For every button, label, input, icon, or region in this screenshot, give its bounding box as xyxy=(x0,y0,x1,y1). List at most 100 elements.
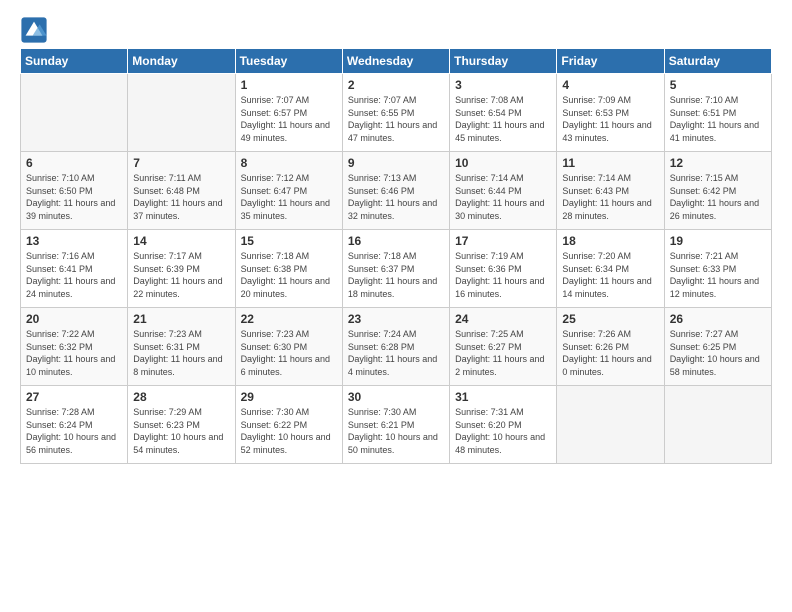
column-header-friday: Friday xyxy=(557,49,664,74)
day-number: 25 xyxy=(562,312,658,326)
week-row-2: 6Sunrise: 7:10 AM Sunset: 6:50 PM Daylig… xyxy=(21,152,772,230)
calendar-cell: 29Sunrise: 7:30 AM Sunset: 6:22 PM Dayli… xyxy=(235,386,342,464)
day-info: Sunrise: 7:14 AM Sunset: 6:43 PM Dayligh… xyxy=(562,172,658,222)
day-info: Sunrise: 7:10 AM Sunset: 6:51 PM Dayligh… xyxy=(670,94,766,144)
day-number: 11 xyxy=(562,156,658,170)
calendar-cell: 5 Sunrise: 7:10 AM Sunset: 6:51 PM Daylig… xyxy=(664,74,771,152)
day-number: 5 xyxy=(670,78,766,92)
day-number: 3 xyxy=(455,78,551,92)
week-row-1: 1Sunrise: 7:07 AM Sunset: 6:57 PM Daylig… xyxy=(21,74,772,152)
day-number: 24 xyxy=(455,312,551,326)
day-info: Sunrise: 7:18 AM Sunset: 6:38 PM Dayligh… xyxy=(241,250,337,300)
day-number: 27 xyxy=(26,390,122,404)
calendar-cell: 19 Sunrise: 7:21 AM Sunset: 6:33 PM Dayli… xyxy=(664,230,771,308)
calendar-cell: 2 Sunrise: 7:07 AM Sunset: 6:55 PM Daylig… xyxy=(342,74,449,152)
day-info: Sunrise: 7:16 AM Sunset: 6:41 PM Dayligh… xyxy=(26,250,122,300)
day-info: Sunrise: 7:12 AM Sunset: 6:47 PM Dayligh… xyxy=(241,172,337,222)
calendar-cell: 12Sunrise: 7:15 AM Sunset: 6:42 PM Dayli… xyxy=(664,152,771,230)
day-info: Sunrise: 7:23 AM Sunset: 6:30 PM Dayligh… xyxy=(241,328,337,378)
day-number: 9 xyxy=(348,156,444,170)
day-info: Sunrise: 7:19 AM Sunset: 6:36 PM Dayligh… xyxy=(455,250,551,300)
day-info: Sunrise: 7:14 AM Sunset: 6:44 PM Dayligh… xyxy=(455,172,551,222)
day-number: 15 xyxy=(241,234,337,248)
calendar-cell: 4 Sunrise: 7:09 AM Sunset: 6:53 PM Daylig… xyxy=(557,74,664,152)
calendar-cell: 30Sunrise: 7:30 AM Sunset: 6:21 PM Dayli… xyxy=(342,386,449,464)
day-number: 19 xyxy=(670,234,766,248)
column-header-tuesday: Tuesday xyxy=(235,49,342,74)
calendar-cell: 10 Sunrise: 7:14 AM Sunset: 6:44 PM Dayli… xyxy=(450,152,557,230)
day-number: 20 xyxy=(26,312,122,326)
day-info: Sunrise: 7:13 AM Sunset: 6:46 PM Dayligh… xyxy=(348,172,444,222)
day-info: Sunrise: 7:20 AM Sunset: 6:34 PM Dayligh… xyxy=(562,250,658,300)
calendar-cell: 22 Sunrise: 7:23 AM Sunset: 6:30 PM Dayli… xyxy=(235,308,342,386)
day-number: 26 xyxy=(670,312,766,326)
day-number: 7 xyxy=(133,156,229,170)
day-info: Sunrise: 7:31 AM Sunset: 6:20 PM Dayligh… xyxy=(455,406,551,456)
column-header-thursday: Thursday xyxy=(450,49,557,74)
day-info: Sunrise: 7:07 AM Sunset: 6:55 PM Dayligh… xyxy=(348,94,444,144)
day-number: 1 xyxy=(241,78,337,92)
day-info: Sunrise: 7:11 AM Sunset: 6:48 PM Dayligh… xyxy=(133,172,229,222)
day-info: Sunrise: 7:21 AM Sunset: 6:33 PM Dayligh… xyxy=(670,250,766,300)
week-row-4: 20 Sunrise: 7:22 AM Sunset: 6:32 PM Dayli… xyxy=(21,308,772,386)
day-number: 31 xyxy=(455,390,551,404)
calendar-cell: 8 Sunrise: 7:12 AM Sunset: 6:47 PM Daylig… xyxy=(235,152,342,230)
calendar-cell: 25Sunrise: 7:26 AM Sunset: 6:26 PM Dayli… xyxy=(557,308,664,386)
calendar-cell: 24Sunrise: 7:25 AM Sunset: 6:27 PM Dayli… xyxy=(450,308,557,386)
day-info: Sunrise: 7:29 AM Sunset: 6:23 PM Dayligh… xyxy=(133,406,229,456)
calendar-cell: 18 Sunrise: 7:20 AM Sunset: 6:34 PM Dayli… xyxy=(557,230,664,308)
calendar-cell: 31 Sunrise: 7:31 AM Sunset: 6:20 PM Dayli… xyxy=(450,386,557,464)
column-header-saturday: Saturday xyxy=(664,49,771,74)
day-info: Sunrise: 7:08 AM Sunset: 6:54 PM Dayligh… xyxy=(455,94,551,144)
calendar-cell: 11 Sunrise: 7:14 AM Sunset: 6:43 PM Dayli… xyxy=(557,152,664,230)
day-number: 14 xyxy=(133,234,229,248)
day-info: Sunrise: 7:09 AM Sunset: 6:53 PM Dayligh… xyxy=(562,94,658,144)
calendar-cell xyxy=(557,386,664,464)
page-header xyxy=(20,16,772,44)
column-header-monday: Monday xyxy=(128,49,235,74)
day-number: 23 xyxy=(348,312,444,326)
calendar-cell: 27 Sunrise: 7:28 AM Sunset: 6:24 PM Dayli… xyxy=(21,386,128,464)
calendar-cell: 23 Sunrise: 7:24 AM Sunset: 6:28 PM Dayli… xyxy=(342,308,449,386)
day-info: Sunrise: 7:28 AM Sunset: 6:24 PM Dayligh… xyxy=(26,406,122,456)
day-info: Sunrise: 7:15 AM Sunset: 6:42 PM Dayligh… xyxy=(670,172,766,222)
day-info: Sunrise: 7:23 AM Sunset: 6:31 PM Dayligh… xyxy=(133,328,229,378)
day-number: 21 xyxy=(133,312,229,326)
calendar-cell: 21 Sunrise: 7:23 AM Sunset: 6:31 PM Dayli… xyxy=(128,308,235,386)
day-info: Sunrise: 7:27 AM Sunset: 6:25 PM Dayligh… xyxy=(670,328,766,378)
calendar-cell: 1Sunrise: 7:07 AM Sunset: 6:57 PM Daylig… xyxy=(235,74,342,152)
day-number: 2 xyxy=(348,78,444,92)
calendar-cell: 3 Sunrise: 7:08 AM Sunset: 6:54 PM Daylig… xyxy=(450,74,557,152)
header-row: SundayMondayTuesdayWednesdayThursdayFrid… xyxy=(21,49,772,74)
calendar-cell xyxy=(128,74,235,152)
day-info: Sunrise: 7:17 AM Sunset: 6:39 PM Dayligh… xyxy=(133,250,229,300)
calendar-cell: 13Sunrise: 7:16 AM Sunset: 6:41 PM Dayli… xyxy=(21,230,128,308)
calendar-cell: 9 Sunrise: 7:13 AM Sunset: 6:46 PM Daylig… xyxy=(342,152,449,230)
day-info: Sunrise: 7:22 AM Sunset: 6:32 PM Dayligh… xyxy=(26,328,122,378)
calendar-cell: 7 Sunrise: 7:11 AM Sunset: 6:48 PM Daylig… xyxy=(128,152,235,230)
day-info: Sunrise: 7:30 AM Sunset: 6:21 PM Dayligh… xyxy=(348,406,444,456)
day-info: Sunrise: 7:30 AM Sunset: 6:22 PM Dayligh… xyxy=(241,406,337,456)
day-number: 22 xyxy=(241,312,337,326)
day-number: 10 xyxy=(455,156,551,170)
column-header-wednesday: Wednesday xyxy=(342,49,449,74)
logo xyxy=(20,16,52,44)
calendar-cell xyxy=(664,386,771,464)
calendar-cell: 14 Sunrise: 7:17 AM Sunset: 6:39 PM Dayli… xyxy=(128,230,235,308)
day-number: 16 xyxy=(348,234,444,248)
day-number: 8 xyxy=(241,156,337,170)
day-info: Sunrise: 7:18 AM Sunset: 6:37 PM Dayligh… xyxy=(348,250,444,300)
calendar-cell: 26 Sunrise: 7:27 AM Sunset: 6:25 PM Dayli… xyxy=(664,308,771,386)
calendar-cell: 20 Sunrise: 7:22 AM Sunset: 6:32 PM Dayli… xyxy=(21,308,128,386)
day-number: 17 xyxy=(455,234,551,248)
week-row-5: 27 Sunrise: 7:28 AM Sunset: 6:24 PM Dayli… xyxy=(21,386,772,464)
day-number: 4 xyxy=(562,78,658,92)
day-number: 28 xyxy=(133,390,229,404)
calendar-cell: 17 Sunrise: 7:19 AM Sunset: 6:36 PM Dayli… xyxy=(450,230,557,308)
day-number: 6 xyxy=(26,156,122,170)
calendar-cell xyxy=(21,74,128,152)
day-number: 18 xyxy=(562,234,658,248)
day-info: Sunrise: 7:24 AM Sunset: 6:28 PM Dayligh… xyxy=(348,328,444,378)
calendar-cell: 28 Sunrise: 7:29 AM Sunset: 6:23 PM Dayli… xyxy=(128,386,235,464)
column-header-sunday: Sunday xyxy=(21,49,128,74)
